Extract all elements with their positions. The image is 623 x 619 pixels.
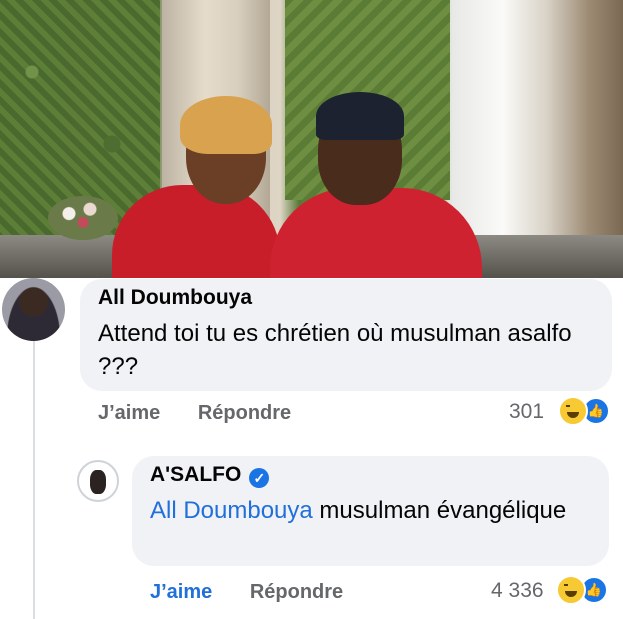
reply-author[interactable]: A'SALFO ✓ bbox=[150, 463, 270, 488]
reply-author-name[interactable]: A'SALFO bbox=[150, 463, 241, 486]
reply-thread-line bbox=[33, 341, 35, 619]
reply-actions: J’aime Répondre bbox=[150, 581, 375, 604]
reaction-icons[interactable]: 👍 bbox=[558, 396, 610, 426]
comment-text: Attend toi tu es chrétien où musulman as… bbox=[98, 320, 572, 380]
avatar[interactable] bbox=[2, 278, 65, 341]
reply-button[interactable]: Répondre bbox=[250, 581, 343, 603]
avatar-face bbox=[90, 470, 106, 494]
mention-link[interactable]: All Doumbouya bbox=[150, 497, 313, 524]
post-photo[interactable] bbox=[0, 0, 623, 278]
like-button[interactable]: J’aime bbox=[98, 402, 160, 424]
reaction-count[interactable]: 301 bbox=[509, 400, 544, 424]
avatar[interactable] bbox=[77, 460, 119, 502]
verified-badge-icon: ✓ bbox=[249, 468, 270, 488]
reaction-icons[interactable]: 👍 bbox=[556, 575, 608, 605]
reply-text: All Doumbouya musulman évangélique bbox=[150, 494, 590, 527]
reply-text-body: musulman évangélique bbox=[312, 497, 567, 524]
comment-actions: J’aime Répondre bbox=[98, 402, 323, 425]
person-man-beanie bbox=[316, 92, 404, 140]
photo-bouquet bbox=[48, 196, 118, 240]
haha-icon bbox=[556, 575, 586, 605]
person-woman-hair bbox=[180, 96, 272, 154]
reply-button[interactable]: Répondre bbox=[198, 402, 291, 424]
like-button[interactable]: J’aime bbox=[150, 581, 212, 603]
reaction-count[interactable]: 4 336 bbox=[491, 579, 544, 603]
haha-icon bbox=[558, 396, 588, 426]
comment-author[interactable]: All Doumbouya bbox=[98, 286, 252, 310]
